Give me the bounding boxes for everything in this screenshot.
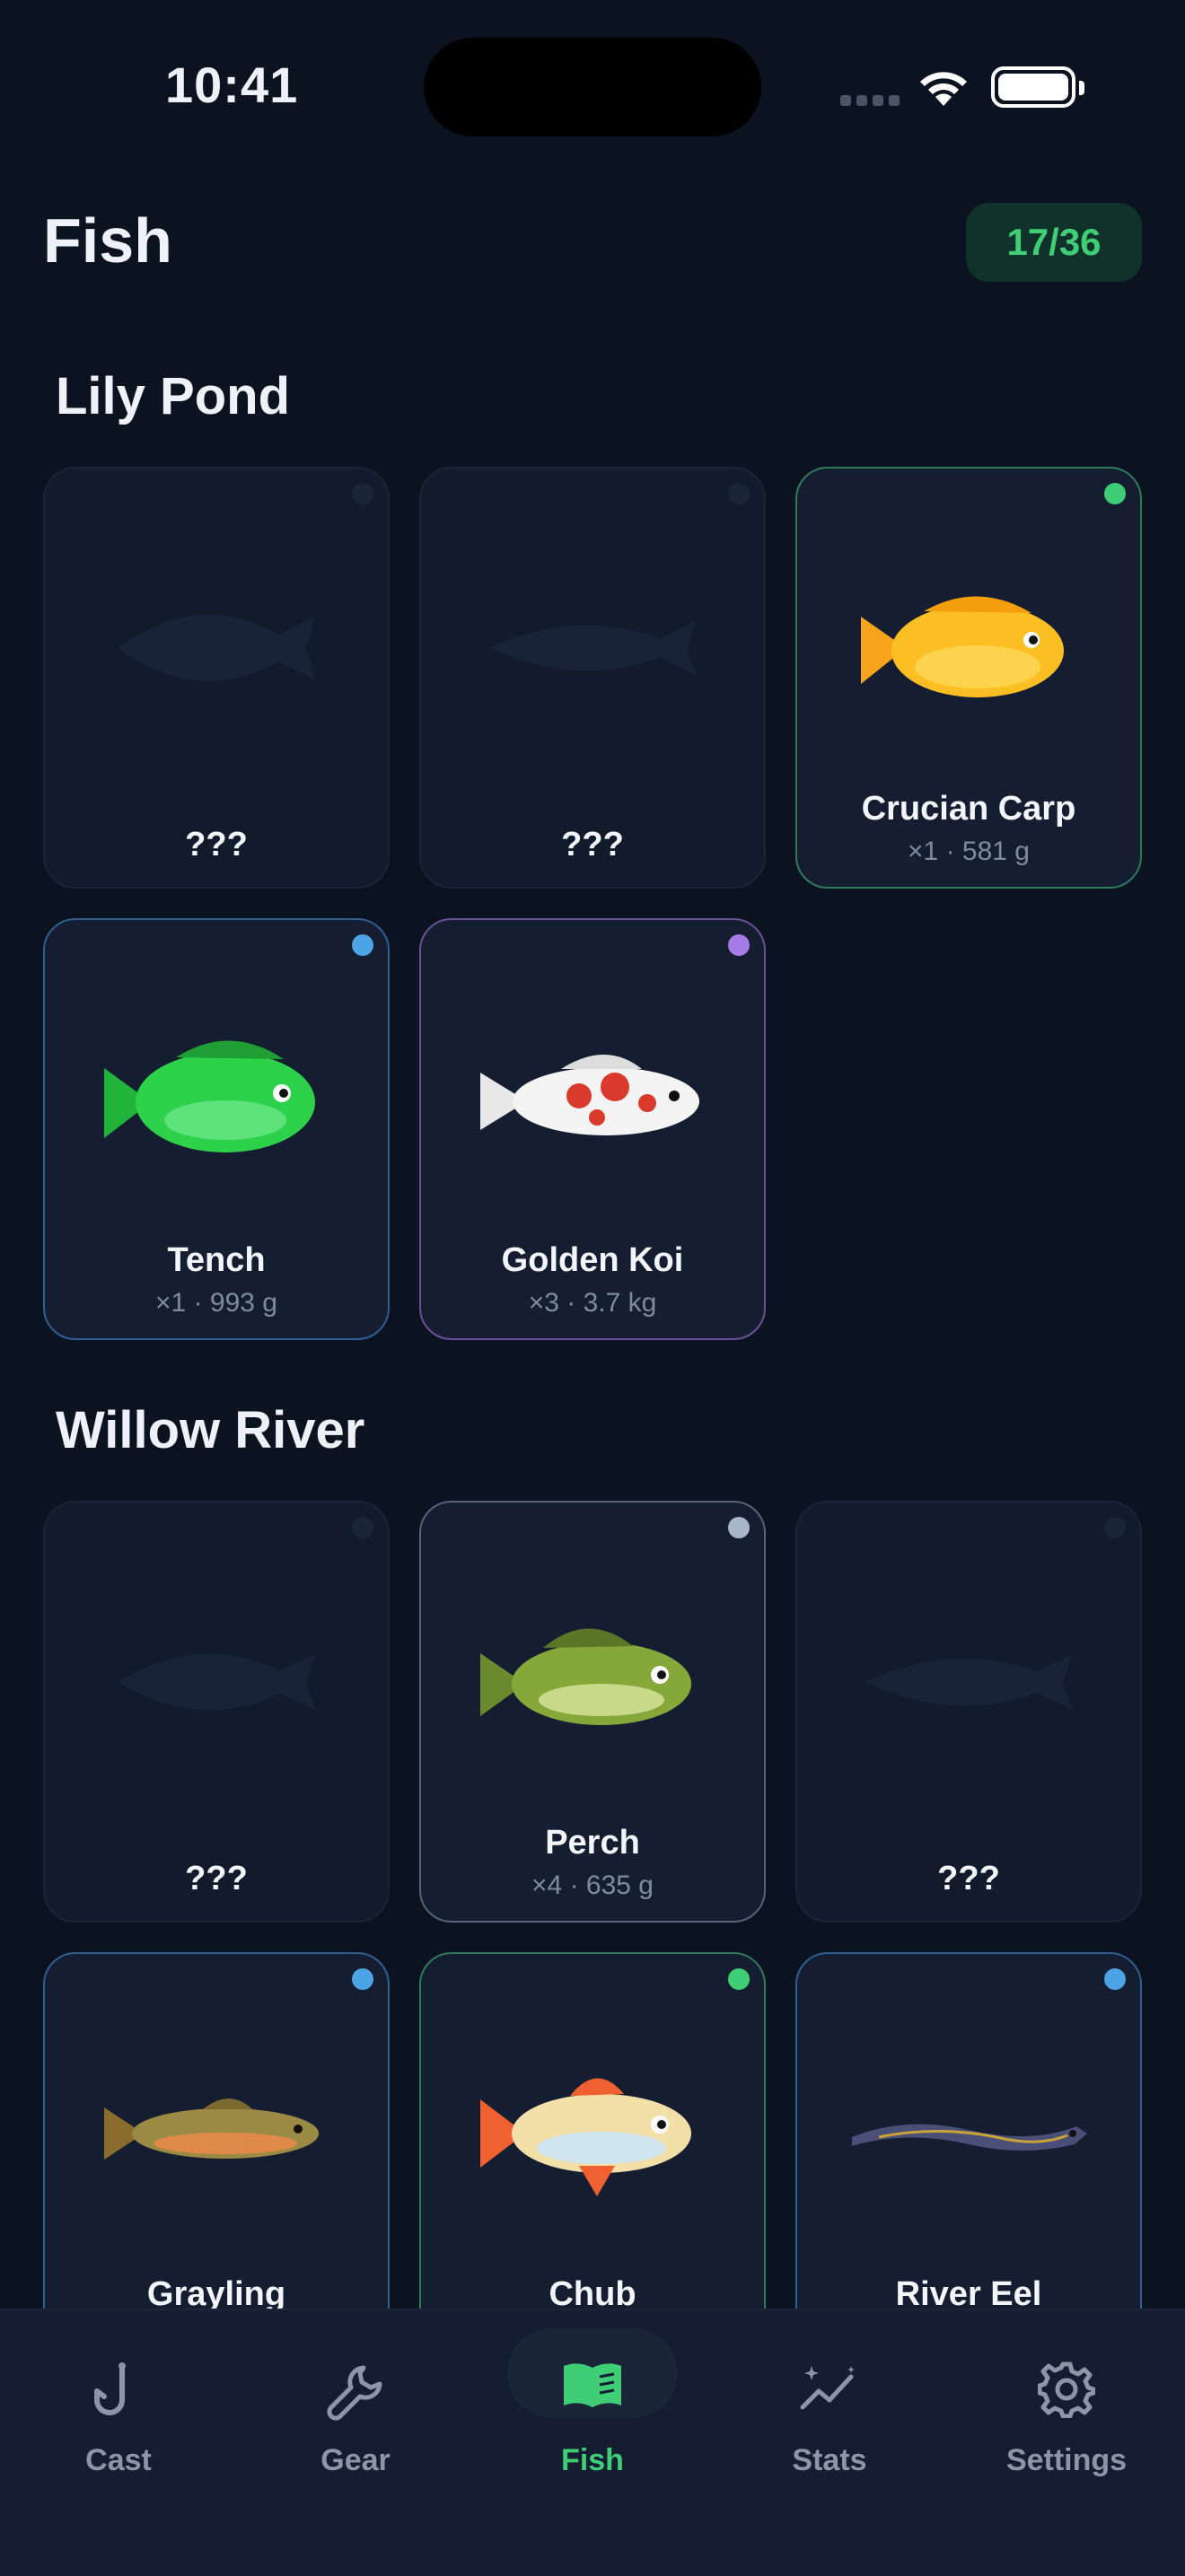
tab-fish[interactable]: Fish xyxy=(474,2310,711,2544)
fish-silhouette-icon xyxy=(45,1574,388,1790)
grayling-icon xyxy=(45,2026,388,2241)
fish-name: Golden Koi xyxy=(501,1241,684,1279)
tab-stats[interactable]: Stats xyxy=(711,2310,948,2544)
fish-name: ??? xyxy=(937,1860,1000,1897)
fish-silhouette-icon xyxy=(797,1574,1140,1790)
cellular-signal-icon xyxy=(840,94,905,110)
tench-icon xyxy=(45,992,388,1207)
hook-icon xyxy=(94,2362,126,2415)
page-title: Fish xyxy=(43,206,172,276)
tab-bar: Cast Gear Fish Stats Settings xyxy=(0,2309,1185,2576)
battery-icon xyxy=(991,66,1084,108)
fish-silhouette-icon xyxy=(45,540,388,756)
perch-icon xyxy=(421,1574,764,1790)
tab-label: Settings xyxy=(1005,2443,1128,2477)
tab-label: Gear xyxy=(320,2443,391,2477)
wifi-icon xyxy=(920,72,967,106)
status-dot xyxy=(352,483,373,504)
status-time: 10:41 xyxy=(165,57,299,113)
fish-catch-info: ×1 · 581 g xyxy=(908,837,1030,866)
wrench-icon xyxy=(327,2365,382,2421)
status-dot xyxy=(728,483,750,504)
fish-name: ??? xyxy=(185,826,248,863)
fish-card[interactable]: ??? xyxy=(43,467,390,889)
status-dot xyxy=(1104,1517,1126,1538)
tab-label: Cast xyxy=(85,2443,152,2477)
rarity-dot xyxy=(728,1968,750,1990)
fish-card[interactable]: ??? xyxy=(43,1501,390,1923)
fish-card[interactable]: Crucian Carp ×1 · 581 g xyxy=(795,467,1142,889)
fish-catch-info: ×3 · 3.7 kg xyxy=(528,1288,657,1318)
tab-label: Stats xyxy=(792,2443,867,2477)
fish-name: ??? xyxy=(185,1860,248,1897)
fish-silhouette-icon xyxy=(421,540,764,756)
tab-label: Fish xyxy=(561,2443,624,2477)
fish-card[interactable]: ??? xyxy=(419,467,766,889)
fish-catch-info: ×1 · 993 g xyxy=(155,1288,277,1318)
chub-icon xyxy=(421,2026,764,2241)
fish-card[interactable]: Golden Koi ×3 · 3.7 kg xyxy=(419,918,766,1340)
koi-icon xyxy=(421,992,764,1207)
dynamic-island xyxy=(424,38,761,136)
rarity-dot xyxy=(1104,483,1126,504)
tab-settings[interactable]: Settings xyxy=(948,2310,1185,2544)
status-dot xyxy=(352,1517,373,1538)
fish-name: Perch xyxy=(545,1824,640,1862)
crucian-carp-icon xyxy=(797,540,1140,756)
fish-card[interactable]: Tench ×1 · 993 g xyxy=(43,918,390,1340)
fish-name: ??? xyxy=(561,826,624,863)
fish-name: Crucian Carp xyxy=(861,790,1076,828)
rarity-dot xyxy=(728,934,750,956)
rarity-dot xyxy=(728,1517,750,1538)
fish-name: Tench xyxy=(167,1241,266,1279)
eel-icon xyxy=(797,2026,1140,2241)
section-title-willow-river: Willow River xyxy=(56,1401,365,1459)
collection-count-badge: 17/36 xyxy=(966,203,1142,282)
rarity-dot xyxy=(352,1968,373,1990)
sparkle-chart-icon xyxy=(800,2366,855,2410)
book-icon xyxy=(564,2363,621,2407)
rarity-dot xyxy=(1104,1968,1126,1990)
gear-icon xyxy=(1038,2361,1095,2418)
fish-card[interactable]: ??? xyxy=(795,1501,1142,1923)
tab-cast[interactable]: Cast xyxy=(0,2310,237,2544)
fish-catch-info: ×4 · 635 g xyxy=(531,1871,654,1900)
section-title-lily-pond: Lily Pond xyxy=(56,367,290,425)
rarity-dot xyxy=(352,934,373,956)
fish-card[interactable]: Perch ×4 · 635 g xyxy=(419,1501,766,1923)
tab-gear[interactable]: Gear xyxy=(237,2310,474,2544)
